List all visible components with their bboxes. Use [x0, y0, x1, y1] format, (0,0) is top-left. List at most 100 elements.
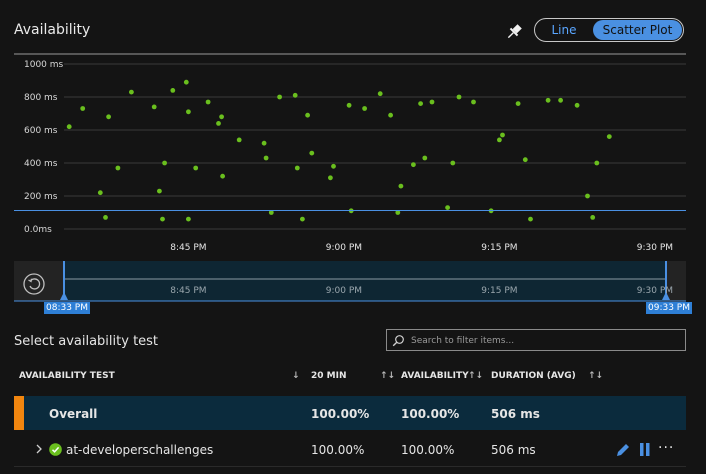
data-point — [574, 102, 580, 108]
data-point — [205, 99, 211, 105]
data-point — [450, 160, 456, 166]
sort-availability-icon[interactable]: ↑↓ — [468, 371, 483, 381]
more-icon[interactable]: ··· — [658, 440, 674, 456]
data-point — [522, 157, 528, 163]
data-point — [97, 190, 103, 196]
page-title: Availability — [14, 22, 91, 38]
data-point — [328, 175, 333, 181]
y-tick-label: 1000 ms — [24, 60, 64, 70]
data-point — [103, 215, 108, 220]
availability-scatter-chart: 1000 ms 800 ms 600 ms 400 ms 200 ms 0.0ms 8:4… — [14, 53, 686, 302]
data-point — [429, 99, 435, 105]
section-title: Select availability test — [14, 334, 159, 349]
data-point — [216, 121, 221, 126]
data-point — [515, 101, 521, 106]
data-point — [66, 124, 72, 130]
data-point — [331, 163, 336, 169]
data-point — [129, 89, 134, 95]
range-end-label: 09:33 PM — [646, 302, 692, 314]
data-point — [106, 114, 111, 120]
search-icon — [392, 334, 405, 350]
test-duration: 506 ms — [491, 443, 536, 457]
data-point — [585, 193, 590, 199]
data-point — [362, 106, 367, 111]
data-point — [422, 155, 428, 161]
data-point — [398, 183, 404, 189]
column-header-availability[interactable]: AVAILABILITY — [401, 371, 469, 381]
search-input[interactable] — [409, 332, 683, 350]
data-point — [411, 162, 416, 168]
data-point — [309, 150, 315, 156]
data-point — [157, 188, 162, 194]
data-point — [558, 97, 563, 103]
pin-icon[interactable] — [504, 22, 524, 42]
data-point — [388, 112, 393, 118]
data-point — [528, 216, 533, 222]
data-point — [151, 104, 157, 110]
data-point — [590, 215, 596, 220]
data-point — [606, 134, 612, 139]
range-x-tick-label: 9:15 PM — [481, 286, 517, 296]
y-tick-label: 400 ms — [24, 159, 58, 169]
data-point — [170, 88, 176, 93]
range-start-label: 08:33 PM — [44, 302, 90, 314]
data-point — [594, 160, 600, 166]
data-point — [115, 165, 121, 171]
y-tick-label: 0.0ms — [24, 225, 52, 235]
data-point — [193, 165, 199, 171]
data-point — [545, 97, 551, 103]
column-header-availability-test[interactable]: AVAILABILITY TEST — [19, 371, 115, 381]
overall-duration: 506 ms — [491, 407, 540, 421]
data-point — [346, 102, 352, 108]
y-tick-label: 600 ms — [24, 126, 58, 136]
sort-20-min-icon[interactable]: ↑↓ — [380, 371, 395, 381]
chevron-right-icon[interactable] — [34, 443, 44, 458]
data-point — [186, 216, 191, 222]
data-point — [261, 140, 267, 146]
y-tick-label: 800 ms — [24, 93, 58, 103]
data-point — [263, 155, 269, 161]
data-point — [162, 160, 168, 166]
data-point — [497, 137, 502, 143]
data-point — [160, 216, 165, 222]
reset-zoom-icon[interactable] — [22, 272, 46, 296]
data-point — [80, 106, 86, 111]
check-circle-icon — [49, 443, 62, 459]
data-point — [500, 132, 505, 138]
data-point — [418, 101, 423, 106]
data-point — [277, 94, 282, 100]
data-point — [220, 173, 226, 179]
test-20-min: 100.00% — [311, 443, 365, 457]
data-point — [219, 114, 225, 120]
overall-20-min: 100.00% — [311, 407, 370, 421]
data-point — [292, 92, 298, 98]
column-header-duration[interactable]: DURATION (AVG) — [491, 371, 576, 381]
edit-icon[interactable] — [614, 441, 632, 462]
x-tick-label: 8:45 PM — [170, 243, 206, 253]
pause-icon[interactable] — [638, 442, 652, 461]
column-header-20-min[interactable]: 20 MIN — [311, 371, 347, 381]
line-toggle-button[interactable]: Line — [536, 20, 592, 40]
data-point — [186, 109, 191, 115]
scatter-plot-toggle-button[interactable]: Scatter Plot — [593, 20, 682, 40]
sort-availability-test-icon[interactable]: ↓ — [292, 371, 300, 381]
chart-type-toggle: Line Scatter Plot — [534, 18, 684, 42]
data-point — [305, 112, 310, 118]
data-point — [456, 94, 462, 100]
data-point — [471, 99, 476, 105]
sort-duration-icon[interactable]: ↑↓ — [588, 371, 603, 381]
data-point — [294, 165, 300, 171]
data-point — [183, 79, 189, 85]
test-availability: 100.00% — [401, 443, 455, 457]
search-box — [386, 329, 686, 351]
overall-availability: 100.00% — [401, 407, 460, 421]
row-divider — [14, 466, 686, 467]
x-tick-label: 9:00 PM — [326, 243, 362, 253]
range-x-tick-label: 8:45 PM — [170, 286, 206, 296]
x-tick-label: 9:15 PM — [481, 243, 517, 253]
x-tick-label: 9:30 PM — [637, 243, 673, 253]
data-point — [377, 91, 383, 97]
data-point — [300, 216, 305, 222]
test-name[interactable]: at-developerschallenges — [66, 443, 213, 457]
range-x-tick-label: 9:00 PM — [326, 286, 362, 296]
